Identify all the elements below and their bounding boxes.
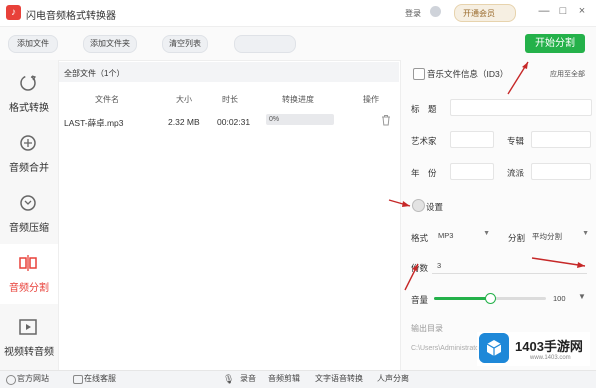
watermark-text: 1403手游网 <box>515 339 583 354</box>
watermark-url: www.1403.com <box>530 355 571 361</box>
vocal-separation-link[interactable]: 人声分离 <box>377 373 409 384</box>
microphone-icon: 🎙 <box>223 374 235 384</box>
maximize-icon[interactable]: □ <box>556 4 570 18</box>
sidebar-item-label: 音频合并 <box>9 163 49 174</box>
blank-button[interactable] <box>234 35 296 53</box>
progress-bar: 0% <box>266 114 334 125</box>
volume-label: 音量 <box>411 295 429 305</box>
genre-field-label: 流派 <box>507 168 525 178</box>
file-duration-cell: 00:02:31 <box>217 117 251 127</box>
file-size-cell: 2.32 MB <box>168 117 200 127</box>
column-header-duration: 时长 <box>222 95 238 104</box>
text-to-speech-link[interactable]: 文字语音转换 <box>315 373 363 384</box>
format-select[interactable]: MP3 ▼ <box>434 228 492 243</box>
chat-icon <box>73 375 83 384</box>
split-mode-value: 平均分割 <box>532 232 562 241</box>
chevron-down-icon: ▼ <box>582 230 589 237</box>
globe-icon <box>6 375 16 385</box>
vip-label: 开通会员 <box>463 9 495 18</box>
column-header-name: 文件名 <box>95 95 119 104</box>
parts-label: 份数 <box>411 263 429 273</box>
progress-value: 0% <box>269 116 280 123</box>
chevron-down-icon[interactable]: ▼ <box>578 292 586 301</box>
sidebar-item-audio-split[interactable]: 音频分割 <box>0 244 58 304</box>
split-mode-select[interactable]: 平均分割 ▼ <box>529 228 591 243</box>
online-service-link[interactable]: 在线客服 <box>84 373 116 384</box>
title-field-label: 标 题 <box>411 104 437 114</box>
parts-input[interactable]: 3 <box>432 258 587 274</box>
artist-field-label: 艺术家 <box>411 136 437 146</box>
add-folder-button[interactable]: 添加文件夹 <box>83 35 137 53</box>
year-field-label: 年 份 <box>411 168 437 178</box>
id3-section-title: 音乐文件信息（ID3） <box>427 69 509 79</box>
minimize-icon[interactable]: — <box>537 4 551 18</box>
column-header-progress: 转换进度 <box>282 95 314 104</box>
album-field-label: 专辑 <box>507 136 525 146</box>
sidebar-item-video-to-audio[interactable]: 视频转音频 <box>0 308 58 368</box>
volume-slider-fill <box>434 297 490 300</box>
app-logo-icon: ♪ <box>6 5 21 20</box>
sidebar-item-label: 视频转音频 <box>4 347 54 358</box>
sidebar-item-label: 格式转换 <box>9 103 49 114</box>
watermark-logo-icon <box>479 333 509 363</box>
volume-slider-handle[interactable] <box>485 293 496 304</box>
audio-edit-link[interactable]: 音频剪辑 <box>268 373 300 384</box>
close-icon[interactable]: × <box>575 4 589 18</box>
login-link[interactable]: 登录 <box>405 8 421 19</box>
sidebar-item-audio-compress[interactable]: 音频压缩 <box>0 184 58 244</box>
sidebar-item-format-convert[interactable]: 格式转换 <box>0 64 58 124</box>
vip-button[interactable]: 开通会员 <box>454 4 516 22</box>
settings-section-title: 设置 <box>426 202 444 212</box>
video-icon <box>19 319 37 335</box>
record-link[interactable]: 录音 <box>240 373 256 384</box>
app-title: 闪电音频格式转换器 <box>26 11 116 22</box>
output-dir-label: 输出目录 <box>411 324 443 333</box>
trash-icon[interactable] <box>381 114 391 126</box>
column-header-size: 大小 <box>176 95 192 104</box>
volume-value: 100 <box>553 294 566 303</box>
settings-gear-icon <box>412 199 425 212</box>
id3-checkbox[interactable] <box>413 68 425 80</box>
parts-value: 3 <box>437 261 442 270</box>
start-split-button[interactable]: 开始分割 <box>525 34 585 53</box>
split-icon <box>19 255 37 271</box>
clear-list-button[interactable]: 清空列表 <box>162 35 208 53</box>
file-name-cell: LAST-薛卓.mp3 <box>64 118 124 128</box>
format-label: 格式 <box>411 233 429 243</box>
refresh-icon <box>20 75 37 91</box>
format-value: MP3 <box>438 231 454 240</box>
compress-icon <box>20 195 36 211</box>
sidebar-item-label: 音频压缩 <box>9 223 49 234</box>
year-field[interactable] <box>450 163 494 180</box>
sidebar-item-audio-merge[interactable]: 音频合并 <box>0 124 58 184</box>
avatar[interactable] <box>430 6 441 17</box>
artist-field[interactable] <box>450 131 494 148</box>
apply-all-link[interactable]: 应用至全部 <box>550 69 585 79</box>
album-field[interactable] <box>531 131 591 148</box>
split-mode-label: 分割 <box>508 233 526 243</box>
column-header-actions: 操作 <box>363 95 379 104</box>
chevron-down-icon: ▼ <box>483 230 490 237</box>
merge-icon <box>20 135 36 151</box>
file-count-label: 全部文件（1个） <box>64 69 125 78</box>
add-file-button[interactable]: 添加文件 <box>8 35 58 53</box>
website-link[interactable]: 官方网站 <box>17 373 49 384</box>
title-field[interactable] <box>450 99 592 116</box>
genre-field[interactable] <box>531 163 591 180</box>
sidebar-item-label: 音频分割 <box>9 283 49 294</box>
